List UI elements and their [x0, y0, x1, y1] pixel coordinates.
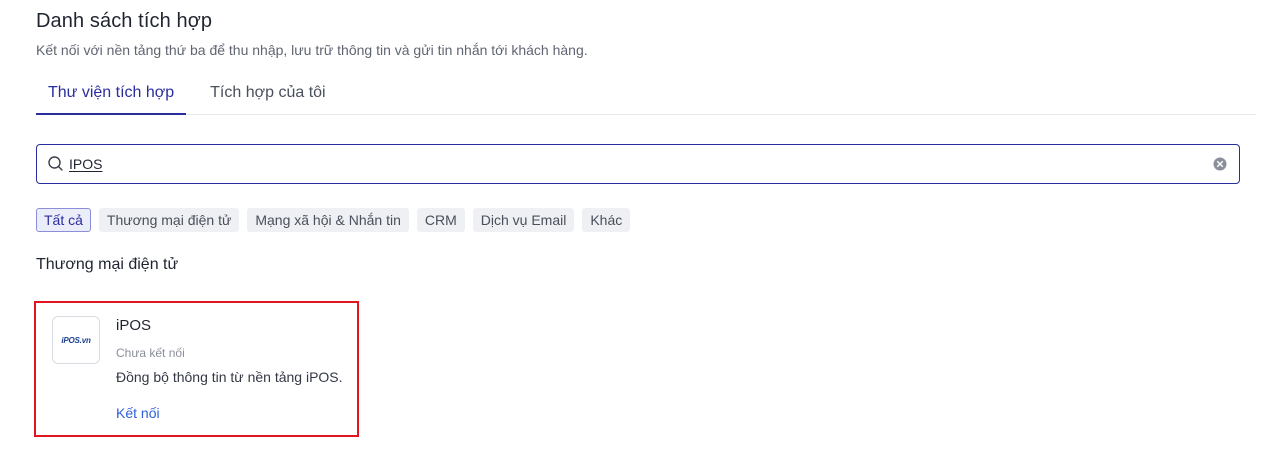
- tab-my-integrations[interactable]: Tích hợp của tôi: [198, 72, 337, 115]
- search-icon: [48, 156, 63, 171]
- tab-bar: Thư viện tích hợp Tích hợp của tôi: [36, 72, 1256, 115]
- tab-integration-library[interactable]: Thư viện tích hợp: [36, 72, 187, 115]
- search-input[interactable]: [69, 149, 1213, 179]
- page-title: Danh sách tích hợp: [36, 10, 213, 32]
- filter-chip-all[interactable]: Tất cả: [36, 208, 91, 232]
- connect-link[interactable]: Kết nối: [116, 405, 160, 421]
- clear-circle-icon[interactable]: [1213, 157, 1227, 171]
- integrations-page: Danh sách tích hợp Kết nối với nền tảng …: [0, 0, 1274, 452]
- page-subtitle: Kết nối với nền tảng thứ ba để thu nhập,…: [36, 42, 588, 58]
- filter-chip-email-service[interactable]: Dịch vụ Email: [472, 208, 575, 232]
- integration-name: iPOS: [116, 317, 152, 334]
- section-title: Thương mại điện tử: [36, 256, 179, 273]
- filter-chip-social-messaging[interactable]: Mạng xã hội & Nhắn tin: [247, 208, 409, 232]
- integration-description: Đồng bộ thông tin từ nền tảng iPOS.: [116, 369, 343, 385]
- filter-chip-ecommerce[interactable]: Thương mại điện tử: [98, 208, 240, 232]
- ipos-logo: iPOS.vn: [52, 316, 100, 364]
- filter-chip-crm[interactable]: CRM: [416, 208, 465, 232]
- integration-card-ipos: iPOS.vn iPOS Chưa kết nối Đồng bộ thông …: [34, 301, 359, 437]
- category-filters: Tất cả Thương mại điện tử Mạng xã hội & …: [36, 208, 631, 232]
- search-box: [36, 144, 1240, 184]
- connection-status: Chưa kết nối: [116, 346, 185, 360]
- filter-chip-other[interactable]: Khác: [582, 208, 631, 232]
- ipos-logo-text: iPOS.vn: [61, 335, 91, 345]
